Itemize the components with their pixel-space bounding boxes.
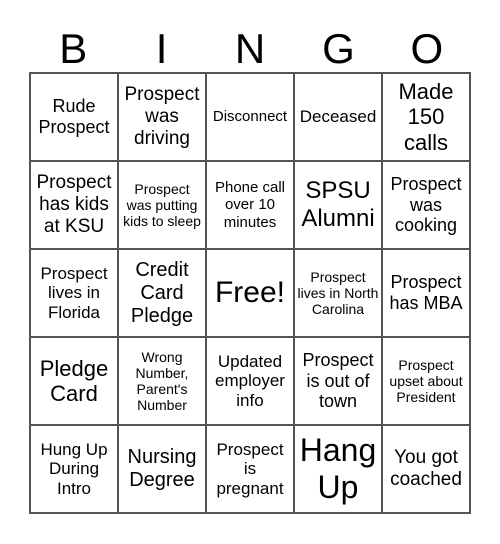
bingo-cell[interactable]: Updated employer info [206, 337, 294, 425]
header-letter-g: G [322, 25, 355, 72]
bingo-grid: Rude Prospect Prospect was driving Disco… [29, 72, 471, 514]
header-letter-i: I [155, 25, 168, 72]
bingo-cell[interactable]: Wrong Number, Parent's Number [118, 337, 206, 425]
bingo-cell[interactable]: Hung Up During Intro [30, 425, 118, 513]
bingo-cell[interactable]: Credit Card Pledge [118, 249, 206, 337]
bingo-cell[interactable]: Prospect is out of town [294, 337, 382, 425]
bingo-cell[interactable]: You got coached [382, 425, 470, 513]
bingo-header: B I N G O [29, 26, 471, 72]
bingo-cell[interactable]: Prospect has kids at KSU [30, 161, 118, 249]
bingo-cell[interactable]: Prospect is pregnant [206, 425, 294, 513]
bingo-cell[interactable]: Phone call over 10 minutes [206, 161, 294, 249]
bingo-cell[interactable]: Prospect has MBA [382, 249, 470, 337]
bingo-cell[interactable]: Nursing Degree [118, 425, 206, 513]
bingo-cell[interactable]: Prospect was driving [118, 73, 206, 161]
header-letter-o: O [410, 25, 444, 72]
bingo-cell[interactable]: Pledge Card [30, 337, 118, 425]
bingo-cell[interactable]: Prospect lives in Florida [30, 249, 118, 337]
bingo-cell[interactable]: Disconnect [206, 73, 294, 161]
bingo-cell[interactable]: Made 150 calls [382, 73, 470, 161]
header-letter-b: B [59, 25, 88, 72]
bingo-cell[interactable]: Deceased [294, 73, 382, 161]
free-space[interactable]: Free! [206, 249, 294, 337]
bingo-cell[interactable]: Prospect was cooking [382, 161, 470, 249]
bingo-cell[interactable]: SPSU Alumni [294, 161, 382, 249]
bingo-cell[interactable]: Rude Prospect [30, 73, 118, 161]
bingo-cell[interactable]: Prospect lives in North Carolina [294, 249, 382, 337]
bingo-cell[interactable]: Prospect upset about President [382, 337, 470, 425]
bingo-cell[interactable]: Hang Up [294, 425, 382, 513]
header-letter-n: N [234, 25, 266, 72]
bingo-cell[interactable]: Prospect was putting kids to sleep [118, 161, 206, 249]
